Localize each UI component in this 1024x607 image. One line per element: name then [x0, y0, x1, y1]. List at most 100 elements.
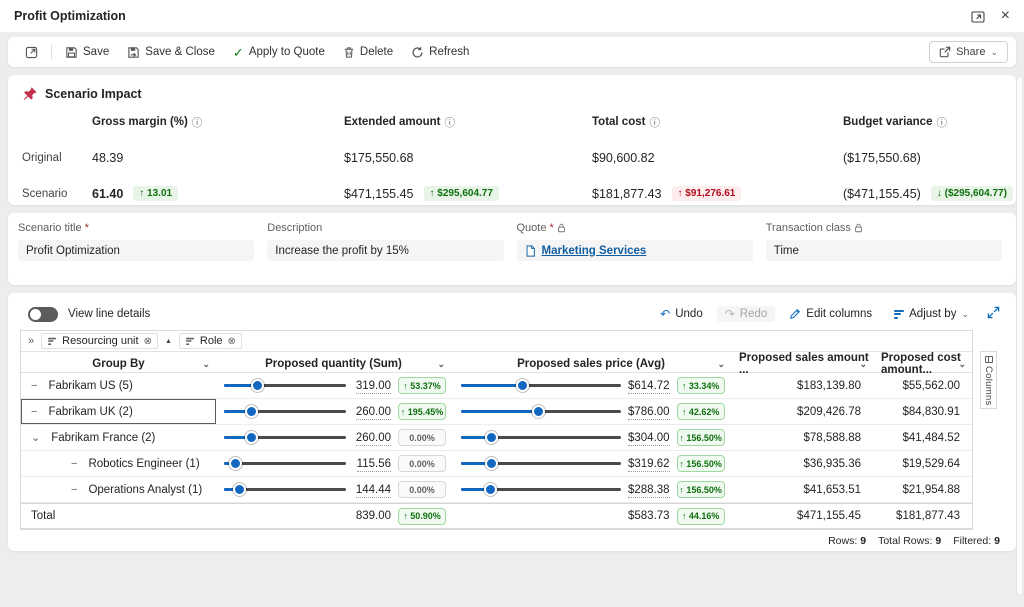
lines-grid-panel: View line details ↶Undo ↷Redo Edit colum…: [8, 293, 1016, 551]
column-header-proposed-cost-amount[interactable]: Proposed cost amount...⌄: [873, 352, 972, 376]
quantity-value[interactable]: 260.00: [356, 432, 391, 446]
info-icon[interactable]: ⓘ: [936, 115, 947, 130]
description-input[interactable]: Increase the profit by 15%: [267, 240, 503, 261]
table-row[interactable]: −Fabrikam UK (2) 260.00 ↑ 195.45% $786.0…: [21, 399, 972, 425]
original-value: 48.39: [92, 142, 344, 173]
refresh-button[interactable]: Refresh: [402, 40, 478, 64]
metric-header: Extended amountⓘ: [344, 109, 592, 135]
dismiss-icon[interactable]: ⊗: [228, 336, 236, 347]
price-change-badge: ↑ 156.50%: [677, 429, 725, 446]
quantity-slider[interactable]: [224, 457, 346, 470]
sales-price-slider[interactable]: [461, 457, 621, 470]
sort-ascending-icon[interactable]: ▲: [165, 338, 172, 345]
collapse-row-icon[interactable]: −: [71, 458, 77, 470]
scenario-value: $471,155.45: [344, 187, 414, 201]
total-label: Total: [31, 510, 55, 522]
undo-button[interactable]: ↶Undo: [652, 306, 711, 322]
sales-price-slider[interactable]: [461, 405, 621, 418]
apply-to-quote-button[interactable]: ✓ Apply to Quote: [224, 40, 334, 64]
scenario-row-label: Scenario: [22, 180, 92, 207]
impact-title: Scenario Impact: [45, 87, 142, 101]
collapse-row-icon[interactable]: −: [31, 380, 37, 392]
price-change-badge: ↑ 156.50%: [677, 455, 725, 472]
info-icon[interactable]: ⓘ: [649, 115, 660, 130]
expand-row-icon[interactable]: ⌄: [31, 431, 40, 444]
view-line-details-toggle[interactable]: [28, 307, 58, 322]
sales-price-slider[interactable]: [461, 379, 621, 392]
sales-price-value[interactable]: $614.72: [628, 380, 670, 394]
rows-count: 9: [860, 535, 866, 547]
table-row[interactable]: −Fabrikam US (5) 319.00 ↑ 53.37% $614.72…: [21, 373, 972, 399]
column-header-proposed-quantity[interactable]: Proposed quantity (Sum)⌄: [216, 352, 451, 376]
quantity-value[interactable]: 144.44: [356, 484, 391, 498]
original-value: $90,600.82: [592, 142, 843, 173]
sales-price-value[interactable]: $304.00: [628, 432, 670, 446]
sales-price-value[interactable]: $786.00: [628, 406, 670, 420]
quantity-change-badge: 0.00%: [398, 429, 446, 446]
delete-icon: [343, 46, 355, 59]
sales-amount-value: $183,139.80: [731, 373, 873, 398]
quote-link[interactable]: Marketing Services: [542, 245, 647, 257]
field-quote: Quote* Marketing Services: [517, 221, 753, 261]
quantity-slider[interactable]: [224, 431, 346, 444]
collapse-groups-icon[interactable]: »: [28, 335, 34, 347]
edit-columns-button[interactable]: Edit columns: [781, 306, 880, 322]
columns-flyout-tab[interactable]: Columns: [980, 351, 997, 409]
info-icon[interactable]: ⓘ: [444, 115, 455, 130]
delete-button[interactable]: Delete: [334, 40, 402, 64]
column-header-proposed-sales-amount[interactable]: Proposed sales amount ...⌄: [731, 352, 873, 376]
refresh-icon: [411, 46, 424, 59]
cost-amount-value: $19,529.64: [873, 451, 972, 476]
info-icon[interactable]: ⓘ: [192, 115, 203, 130]
sales-amount-value: $78,588.88: [731, 425, 873, 450]
chevron-down-icon: ⌄: [958, 360, 966, 369]
adjust-by-button[interactable]: Adjust by ⌄: [886, 306, 977, 322]
original-value: $175,550.68: [344, 142, 592, 173]
price-change-badge: ↑ 42.62%: [677, 403, 725, 420]
sales-price-value[interactable]: $288.38: [628, 484, 670, 498]
total-sales-amount: $471,155.45: [731, 504, 873, 528]
refresh-label: Refresh: [429, 46, 469, 58]
selected-cell[interactable]: −Fabrikam UK (2): [21, 399, 216, 424]
dismiss-icon[interactable]: ⊗: [144, 336, 152, 347]
table-row[interactable]: ⌄Fabrikam France (2) 260.00 0.00% $304.0…: [21, 425, 972, 451]
save-icon: [65, 46, 78, 59]
popout-button[interactable]: [16, 40, 47, 64]
metric-header: Total costⓘ: [592, 109, 843, 135]
scenario-title-input[interactable]: Profit Optimization: [18, 240, 254, 261]
transaction-class-input[interactable]: Time: [766, 240, 1002, 261]
group-field-icon: [186, 336, 194, 346]
collapse-row-icon[interactable]: −: [31, 406, 37, 418]
price-change-badge: ↑ 156.50%: [677, 481, 725, 498]
table-row[interactable]: −Robotics Engineer (1) 115.56 0.00% $319…: [21, 451, 972, 477]
sales-price-slider[interactable]: [461, 431, 621, 444]
quantity-value[interactable]: 260.00: [356, 406, 391, 420]
quantity-value[interactable]: 319.00: [356, 380, 391, 394]
group-chip-role[interactable]: Role ⊗: [179, 333, 242, 349]
share-button[interactable]: Share ⌄: [929, 41, 1008, 63]
total-row: Total 839.00 ↑ 50.90% $583.73 ↑ 44.16% $…: [21, 503, 972, 529]
chevron-down-icon: ⌄: [717, 360, 725, 369]
focus-mode-icon[interactable]: [971, 10, 985, 23]
redo-button[interactable]: ↷Redo: [717, 306, 776, 322]
quantity-slider[interactable]: [224, 379, 346, 392]
save-button[interactable]: Save: [56, 40, 118, 64]
group-chip-resourcing-unit[interactable]: Resourcing unit ⊗: [41, 333, 158, 349]
save-close-button[interactable]: Save & Close: [118, 40, 224, 64]
close-icon[interactable]: ×: [1001, 7, 1010, 25]
quantity-slider[interactable]: [224, 405, 346, 418]
delete-label: Delete: [360, 46, 393, 58]
total-price-badge: ↑ 44.16%: [677, 508, 725, 525]
table-header-row: Group By⌄ Proposed quantity (Sum)⌄ Propo…: [21, 352, 972, 373]
edit-pencil-icon: [789, 308, 801, 320]
save-close-icon: [127, 46, 140, 59]
sales-price-value[interactable]: $319.62: [628, 458, 670, 472]
quantity-slider[interactable]: [224, 483, 346, 496]
column-header-proposed-sales-price[interactable]: Proposed sales price (Avg)⌄: [451, 352, 731, 376]
table-row[interactable]: −Operations Analyst (1) 144.44 0.00% $28…: [21, 477, 972, 503]
expand-grid-button[interactable]: [983, 304, 1004, 324]
sales-price-slider[interactable]: [461, 483, 621, 496]
page-scrollbar[interactable]: [1016, 76, 1023, 596]
quantity-value[interactable]: 115.56: [357, 458, 391, 472]
collapse-row-icon[interactable]: −: [71, 484, 77, 496]
